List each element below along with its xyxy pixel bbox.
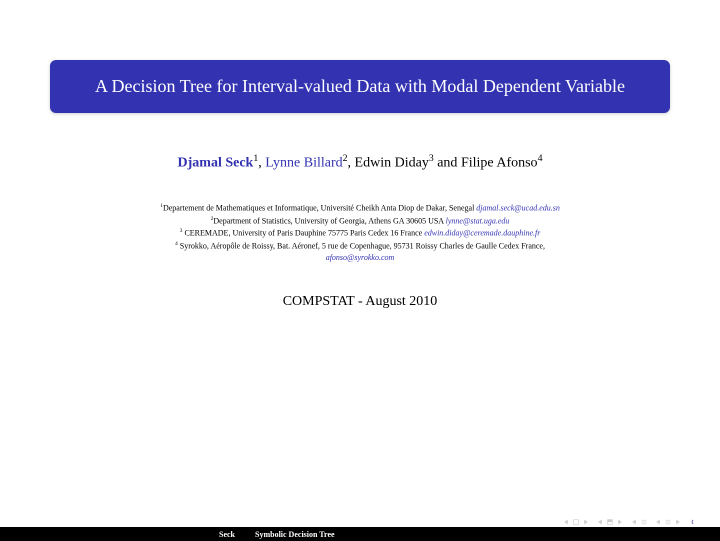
affil-4-email: afonso@syrokko.com bbox=[326, 253, 395, 262]
venue: COMPSTAT - August 2010 bbox=[283, 294, 438, 310]
affil-1: 1Departement de Mathematiques et Informa… bbox=[160, 202, 560, 215]
nav-back[interactable] bbox=[689, 519, 695, 525]
authors-line: Djamal Seck1, Lynne Billard2, Edwin Dida… bbox=[178, 153, 543, 172]
footer-title: Symbolic Decision Tree bbox=[245, 530, 335, 539]
slide-content: A Decision Tree for Interval-valued Data… bbox=[0, 0, 720, 541]
affil-4-email-line: afonso@syrokko.com bbox=[160, 252, 560, 264]
footer-author: Seck bbox=[0, 530, 245, 539]
author-1: Djamal Seck bbox=[178, 156, 254, 171]
nav-controls bbox=[563, 519, 695, 525]
author-4: Filipe Afonso bbox=[461, 156, 538, 171]
title-block: A Decision Tree for Interval-valued Data… bbox=[50, 60, 670, 113]
affil-2: 2Department of Statistics, University of… bbox=[160, 215, 560, 228]
affil-1-email: djamal.seck@ucad.edu.sn bbox=[476, 204, 560, 213]
affil-3-text: CEREMADE, University of Paris Dauphine 7… bbox=[182, 229, 424, 238]
nav-prev[interactable] bbox=[597, 519, 623, 525]
affil-4: 4 Syrokko, Aéropôle de Roissy, Bat. Aéro… bbox=[160, 240, 560, 253]
nav-section-prev[interactable] bbox=[631, 519, 647, 525]
slide: A Decision Tree for Interval-valued Data… bbox=[0, 0, 720, 541]
affil-3-email: edwin.diday@ceremade.dauphine.fr bbox=[424, 229, 540, 238]
slide-title: A Decision Tree for Interval-valued Data… bbox=[95, 76, 625, 96]
affil-4-text: Syrokko, Aéropôle de Roissy, Bat. Aérone… bbox=[178, 241, 545, 250]
author-3: Edwin Diday bbox=[355, 156, 429, 171]
sep: and bbox=[434, 156, 461, 171]
affil-2-text: Department of Statistics, University of … bbox=[213, 216, 445, 225]
affiliations: 1Departement de Mathematiques et Informa… bbox=[160, 202, 560, 265]
author-4-sup: 4 bbox=[538, 153, 543, 164]
affil-2-email: lynne@stat.uga.edu bbox=[446, 216, 510, 225]
affil-3: 3 CEREMADE, University of Paris Dauphine… bbox=[160, 227, 560, 240]
nav-section-next[interactable] bbox=[655, 519, 681, 525]
nav-first[interactable] bbox=[563, 519, 589, 525]
footer-bar: Seck Symbolic Decision Tree bbox=[0, 527, 720, 541]
author-2: Lynne Billard bbox=[265, 156, 342, 171]
sep: , bbox=[348, 156, 355, 171]
affil-1-text: Departement de Mathematiques et Informat… bbox=[163, 204, 476, 213]
